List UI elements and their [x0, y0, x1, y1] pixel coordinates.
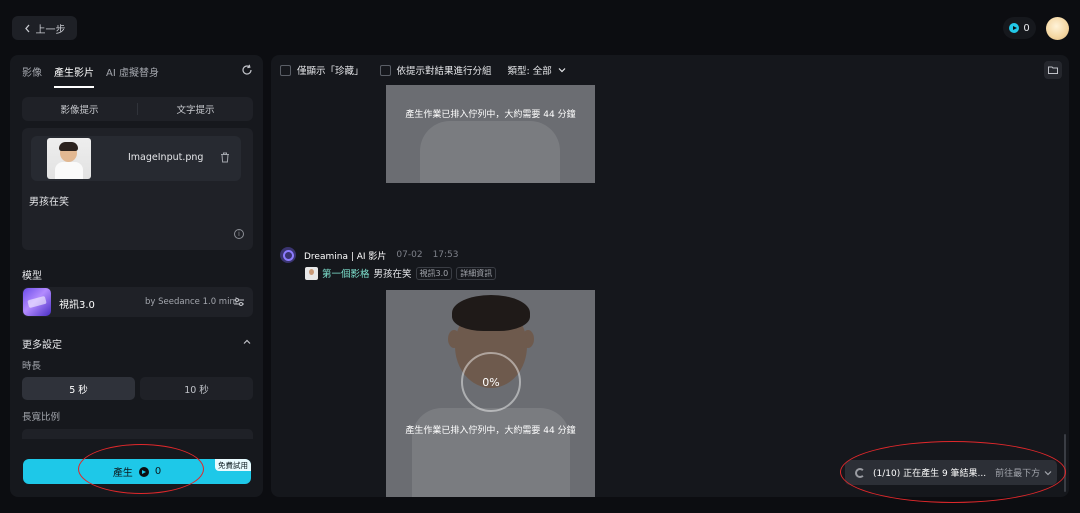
video-result-card[interactable]: 0% 產生作業已排入佇列中，大約需要 44 分鐘 [386, 290, 595, 497]
queue-message: 產生作業已排入佇列中，大約需要 44 分鐘 [405, 110, 576, 120]
results-feed: 僅顯示「珍藏」 依提示對結果進行分組 類型: 全部 產生作業已排入佇列中，大約需… [271, 55, 1069, 497]
prompt-meta-row: 第一個影格 男孩在笑 視訊3.0 詳細資訊 [305, 266, 497, 280]
info-icon[interactable]: i [234, 229, 244, 239]
credits-count: 0 [1023, 22, 1030, 34]
model-section-label: 模型 [22, 271, 42, 282]
image-prompt-option[interactable]: 影像提示 [22, 97, 137, 121]
message-header: Dreamina | AI 影片 07-02 17:53 [280, 247, 459, 263]
avatar[interactable] [1046, 17, 1069, 40]
coin-icon [1009, 23, 1020, 33]
back-label: 上一步 [35, 24, 66, 36]
generate-cost: 0 [154, 466, 162, 477]
video-result-card[interactable]: 產生作業已排入佇列中，大約需要 44 分鐘 [386, 85, 595, 183]
chevron-down-icon[interactable] [1044, 469, 1052, 477]
more-settings-label[interactable]: 更多設定 [22, 336, 62, 351]
message-time: 17:53 [432, 250, 459, 260]
dreamina-bot-icon [280, 247, 296, 263]
group-filter-label: 依提示對結果進行分組 [396, 66, 492, 77]
model-name: 視訊3.0 [59, 300, 95, 311]
prompt-mode-toggle: 影像提示 文字提示 [22, 97, 253, 121]
sliders-icon[interactable] [233, 296, 245, 308]
details-chip[interactable]: 詳細資訊 [456, 266, 497, 280]
uploaded-file: ImageInput.png [31, 136, 241, 181]
prompt-box[interactable]: ImageInput.png 男孩在笑 i [22, 128, 253, 250]
model-chip[interactable]: 視訊3.0 [415, 266, 453, 280]
file-name: ImageInput.png [128, 152, 204, 163]
aspect-ratio-options[interactable] [22, 429, 253, 439]
favorites-filter[interactable]: 僅顯示「珍藏」 [280, 63, 364, 77]
folder-button[interactable] [1044, 61, 1062, 79]
duration-10s-button[interactable]: 10 秒 [140, 377, 253, 400]
jump-to-bottom-link[interactable]: 前往最下方 [995, 466, 1040, 479]
tab-image[interactable]: 影像 [22, 64, 42, 88]
model-icon [23, 288, 51, 316]
generation-status-text: (1/10) 正在產生 9 筆結果... [873, 469, 987, 479]
type-dropdown[interactable]: 類型: 全部 [508, 63, 566, 77]
tab-ai-avatar[interactable]: AI 虛擬替身 [106, 64, 159, 88]
prompt-text[interactable]: 男孩在笑 [29, 193, 69, 208]
group-checkbox[interactable] [379, 64, 391, 76]
generate-label: 產生 [112, 468, 133, 479]
scrollbar[interactable] [1064, 434, 1066, 492]
image-thumbnail[interactable] [47, 138, 91, 179]
sender-name: Dreamina | AI 影片 [304, 251, 387, 262]
chevron-up-icon[interactable] [243, 338, 251, 346]
message-prompt: 男孩在笑 [373, 269, 412, 280]
favorites-checkbox[interactable] [280, 64, 291, 76]
mode-tabs: 影像 產生影片 AI 虛擬替身 [22, 64, 159, 88]
aspect-ratio-label: 長寬比例 [22, 412, 61, 423]
generation-status-bar[interactable]: (1/10) 正在產生 9 筆結果... 前往最下方 [845, 460, 1057, 485]
loading-spinner-icon [855, 467, 865, 478]
duration-label: 時長 [22, 361, 42, 372]
back-button[interactable]: 上一步 [12, 16, 77, 40]
tab-generate-video[interactable]: 產生影片 [54, 64, 94, 88]
filter-bar: 僅顯示「珍藏」 依提示對結果進行分組 類型: 全部 [280, 63, 574, 77]
model-provider: by Seedance 1.0 mini [145, 297, 238, 307]
group-by-prompt-filter[interactable]: 依提示對結果進行分組 [379, 63, 492, 77]
trash-icon[interactable] [220, 152, 230, 163]
chevron-down-icon [558, 68, 566, 73]
first-frame-label[interactable]: 第一個影格 [322, 266, 370, 280]
progress-percent: 0% [482, 375, 500, 389]
folder-icon [1048, 66, 1058, 74]
refresh-icon[interactable] [241, 64, 253, 76]
free-trial-badge: 免費試用 [215, 459, 251, 471]
generation-sidebar: 影像 產生影片 AI 虛擬替身 影像提示 文字提示 ImageInput.png… [10, 55, 263, 497]
message-date: 07-02 [396, 250, 423, 260]
generation-progress: 0% [461, 352, 521, 412]
duration-5s-button[interactable]: 5 秒 [22, 377, 135, 400]
reference-thumbnail[interactable] [305, 266, 318, 280]
model-selector[interactable]: 視訊3.0 by Seedance 1.0 mini [22, 287, 253, 317]
chevron-left-icon [24, 24, 29, 32]
type-dropdown-label: 類型: 全部 [507, 66, 552, 77]
credits-display[interactable]: 0 [1003, 17, 1036, 39]
coin-icon [138, 466, 149, 477]
favorites-filter-label: 僅顯示「珍藏」 [297, 66, 364, 77]
queue-message: 產生作業已排入佇列中，大約需要 44 分鐘 [405, 426, 576, 436]
text-prompt-option[interactable]: 文字提示 [138, 97, 253, 121]
